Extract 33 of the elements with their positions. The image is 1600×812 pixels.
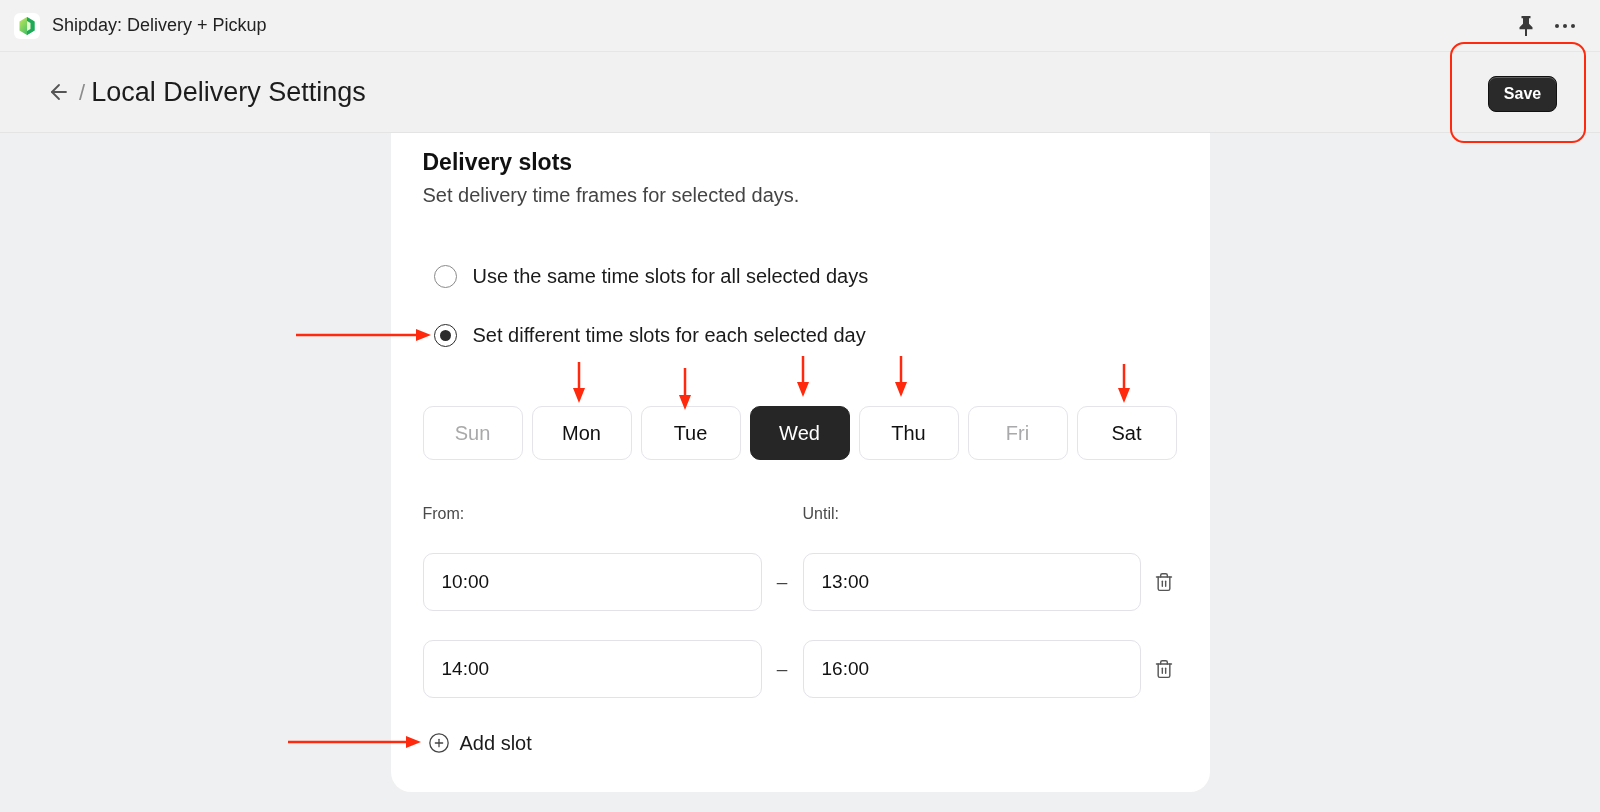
page-title: Local Delivery Settings xyxy=(91,75,366,109)
time-input[interactable]: 13:00 xyxy=(802,553,1141,611)
day-button[interactable]: Mon xyxy=(531,406,632,460)
annotation-arrow xyxy=(894,356,908,397)
pin-icon[interactable] xyxy=(1519,15,1533,36)
range-separator: – xyxy=(776,656,788,681)
app-title: Shipday: Delivery + Pickup xyxy=(52,14,267,37)
radio-label: Use the same time slots for all selected days xyxy=(472,264,869,289)
day-button[interactable]: Sat xyxy=(1076,406,1177,460)
day-button[interactable]: Thu xyxy=(858,406,959,460)
add-slot-button[interactable]: Add slot xyxy=(427,729,532,757)
range-separator: – xyxy=(776,569,788,594)
day-button[interactable]: Tue xyxy=(640,406,741,460)
radio-label: Set different time slots for each selected day xyxy=(472,323,866,348)
app-logo-icon xyxy=(14,12,40,39)
annotation-arrow xyxy=(678,368,692,410)
trash-icon[interactable] xyxy=(1153,572,1174,592)
time-input[interactable]: 10:00 xyxy=(422,553,762,611)
save-button[interactable]: Save xyxy=(1488,76,1557,112)
time-input[interactable]: 16:00 xyxy=(802,640,1141,698)
from-label: From: xyxy=(422,504,466,524)
section-subtitle: Set delivery time frames for selected days. xyxy=(422,183,801,208)
annotation-arrow xyxy=(572,362,586,403)
annotation-arrow xyxy=(1117,364,1131,403)
section-title: Delivery slots xyxy=(422,148,574,176)
until-label: Until: xyxy=(802,504,840,524)
ellipsis-icon[interactable] xyxy=(1555,23,1575,28)
time-input[interactable]: 14:00 xyxy=(422,640,762,698)
plus-circle-icon xyxy=(427,732,450,754)
trash-icon[interactable] xyxy=(1153,659,1174,679)
breadcrumb-separator: / xyxy=(79,78,86,107)
annotation-arrow xyxy=(796,356,810,397)
day-button[interactable]: Wed xyxy=(749,406,850,460)
